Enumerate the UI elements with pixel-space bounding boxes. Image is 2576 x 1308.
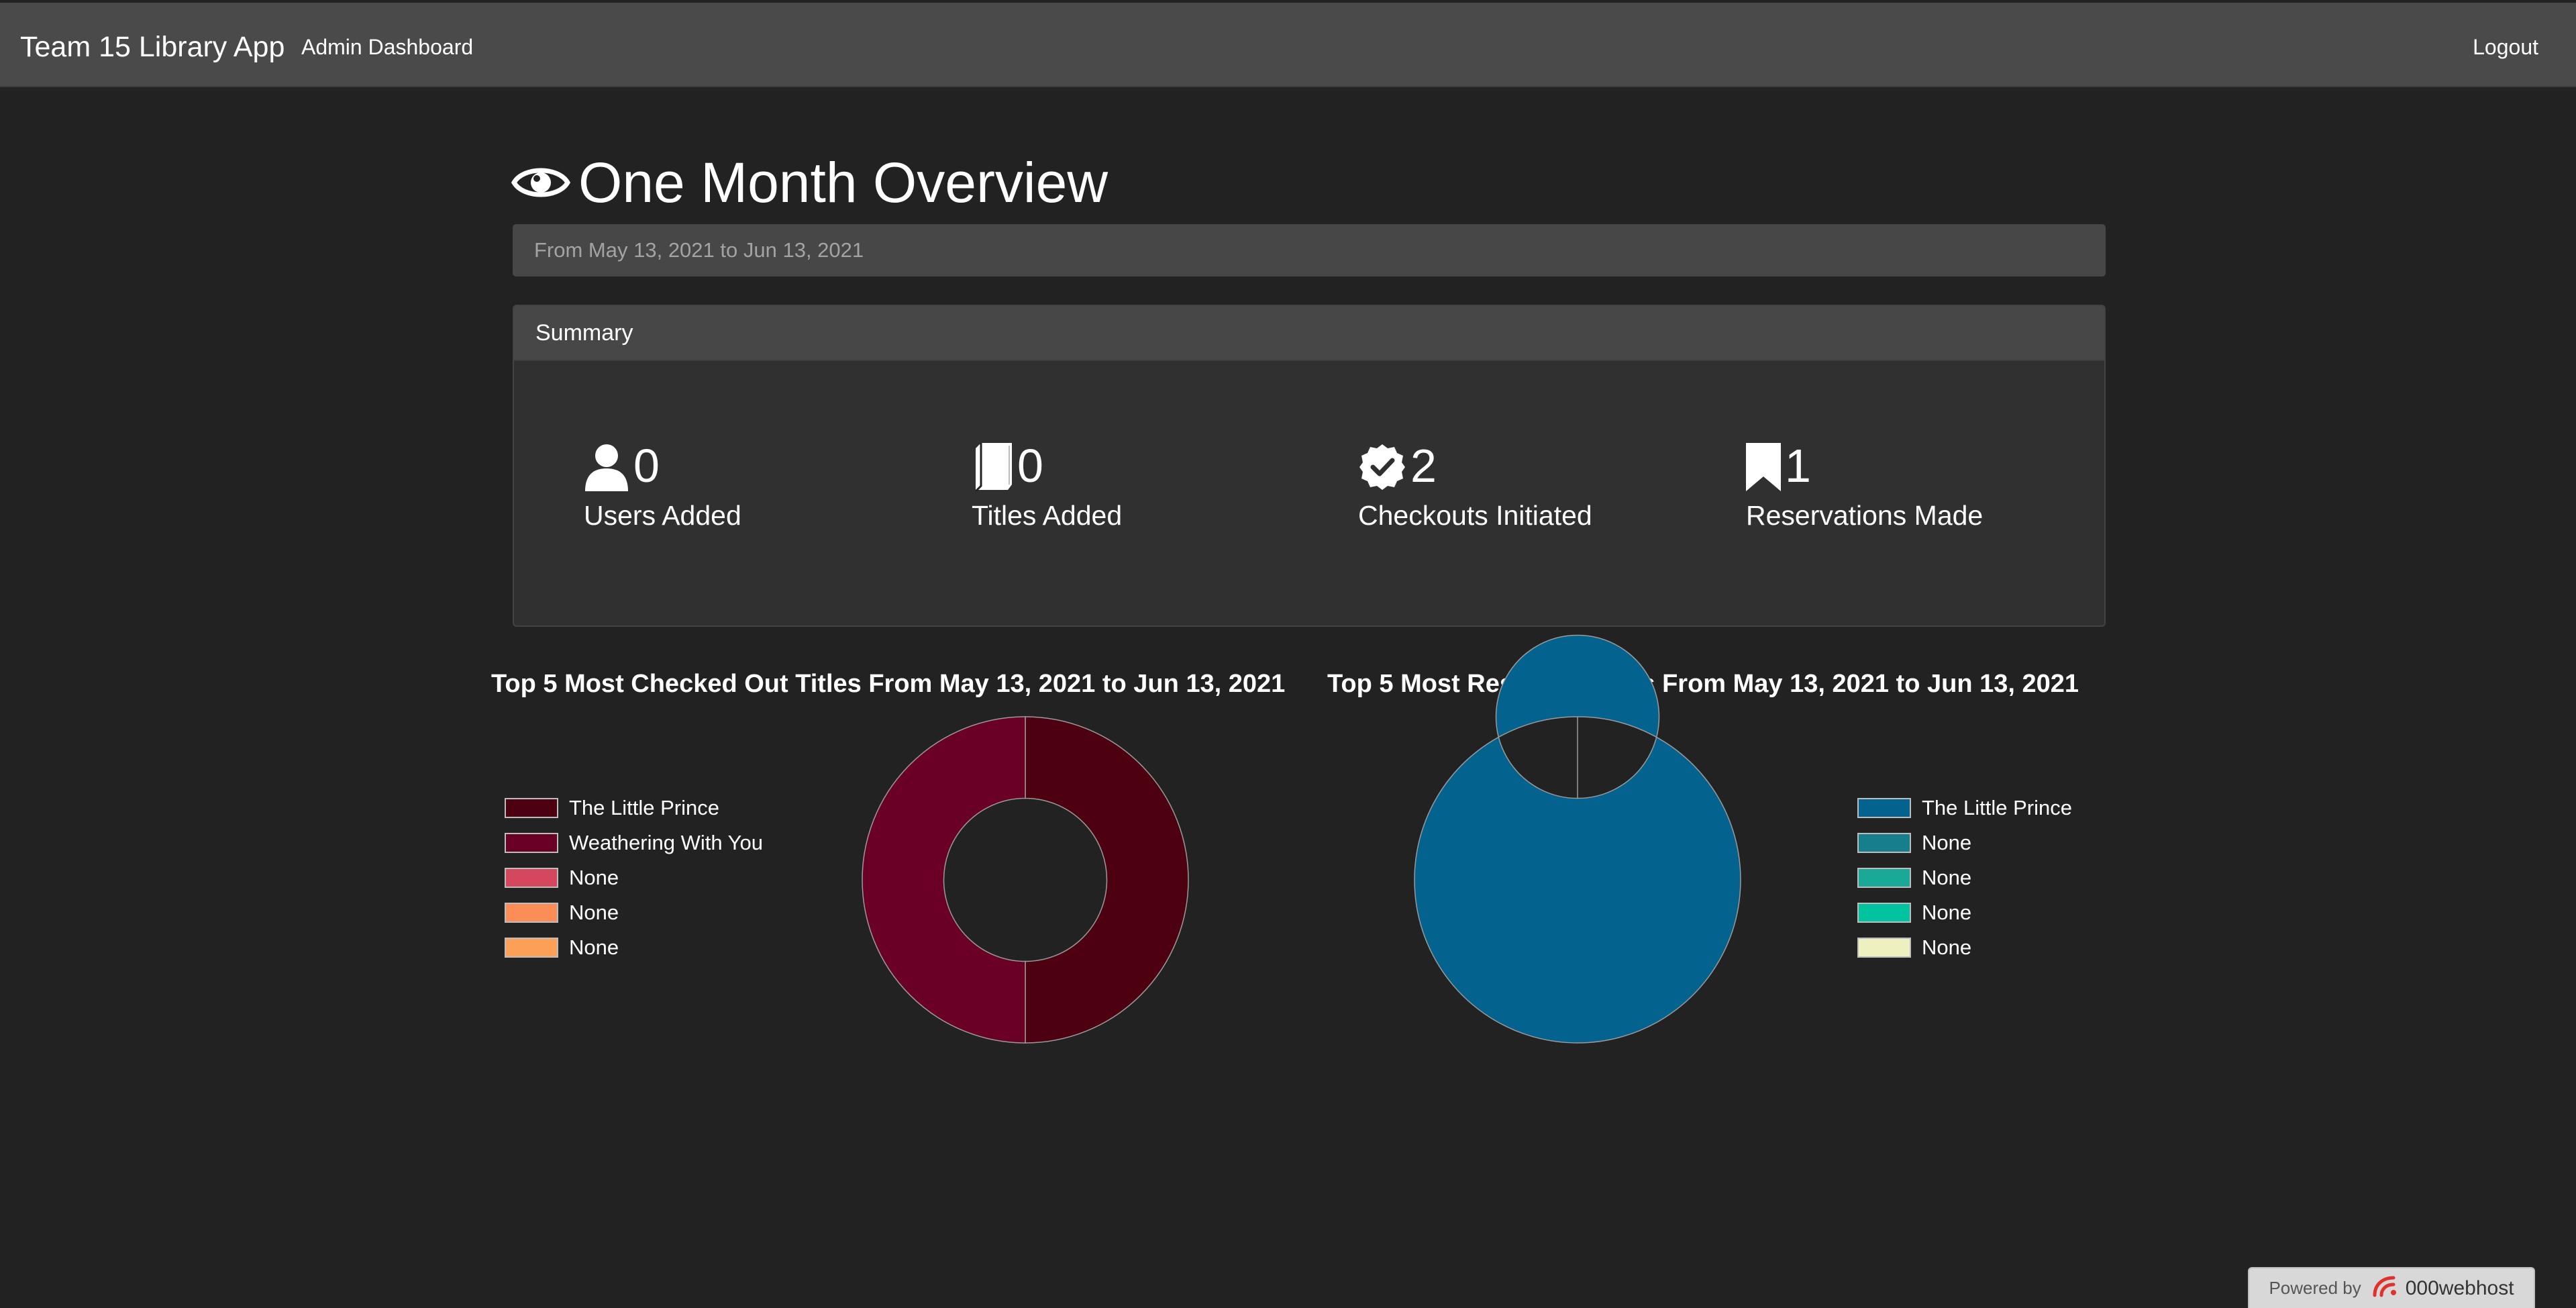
legend-label: None bbox=[1922, 901, 1972, 924]
powered-by-badge[interactable]: Powered by 000webhost bbox=[2248, 1267, 2535, 1308]
reserved-donut-chart bbox=[1414, 634, 1741, 1044]
legend-item[interactable]: Weathering With You bbox=[505, 825, 763, 860]
legend-swatch bbox=[1857, 798, 1911, 818]
brand-link[interactable]: Team 15 Library App bbox=[20, 30, 285, 64]
legend-label: None bbox=[1922, 936, 1972, 959]
legend-item[interactable]: None bbox=[505, 930, 763, 965]
host-logo-icon bbox=[2371, 1275, 2402, 1301]
checked-out-chart-title: Top 5 Most Checked Out Titles From May 1… bbox=[491, 670, 1286, 698]
powered-by-text: Powered by bbox=[2269, 1278, 2361, 1298]
legend-item[interactable]: None bbox=[1857, 825, 2072, 860]
legend-label: The Little Prince bbox=[569, 796, 719, 819]
legend-swatch bbox=[1857, 868, 1911, 888]
legend-swatch bbox=[505, 903, 558, 923]
summary-heading: Summary bbox=[514, 306, 2104, 361]
legend-label: The Little Prince bbox=[1922, 796, 2072, 819]
legend-swatch bbox=[1857, 833, 1911, 853]
stat-label: Checkouts Initiated bbox=[1358, 500, 1592, 531]
stat-label: Users Added bbox=[584, 500, 741, 531]
summary-panel: Summary 0 Users Added 0 Titles Added 2 C… bbox=[513, 305, 2106, 627]
legend-item[interactable]: None bbox=[1857, 895, 2072, 930]
legend-label: Weathering With You bbox=[569, 831, 763, 854]
eye-icon bbox=[511, 162, 570, 203]
legend-label: None bbox=[569, 866, 619, 889]
host-name: 000webhost bbox=[2405, 1276, 2514, 1299]
legend-label: None bbox=[1922, 831, 1972, 854]
reserved-chart-legend: The Little Prince None None None None bbox=[1857, 791, 2072, 965]
date-range-bar: From May 13, 2021 to Jun 13, 2021 bbox=[513, 224, 2106, 276]
legend-label: None bbox=[569, 936, 619, 959]
legend-swatch bbox=[505, 868, 558, 888]
legend-item[interactable]: None bbox=[1857, 930, 2072, 965]
admin-dashboard-link[interactable]: Admin Dashboard bbox=[301, 34, 473, 60]
legend-label: None bbox=[569, 901, 619, 924]
legend-swatch bbox=[505, 938, 558, 958]
stat-value: 0 bbox=[1017, 440, 1043, 492]
page-title: One Month Overview bbox=[578, 151, 1108, 214]
book-icon bbox=[972, 443, 1013, 491]
logout-link[interactable]: Logout bbox=[2473, 34, 2538, 60]
checked-out-chart-legend: The Little Prince Weathering With You None… bbox=[505, 791, 763, 965]
bookmark-icon bbox=[1746, 443, 1781, 491]
reserved-chart-title: Top 5 Most Reserved Titles From May 13, … bbox=[1327, 670, 2079, 698]
checked-out-donut-chart bbox=[862, 716, 1189, 1044]
check-badge-icon bbox=[1358, 443, 1406, 491]
stat-users-added: 0 Users Added bbox=[584, 438, 933, 534]
stat-label: Reservations Made bbox=[1746, 500, 1983, 531]
stat-reservations-made: 1 Reservations Made bbox=[1746, 438, 2095, 534]
user-icon bbox=[584, 443, 629, 491]
stat-titles-added: 0 Titles Added bbox=[972, 438, 1321, 534]
stat-label: Titles Added bbox=[972, 500, 1123, 531]
legend-label: None bbox=[1922, 866, 1972, 889]
top-navbar: Team 15 Library App Admin Dashboard Logo… bbox=[0, 3, 2576, 87]
legend-swatch bbox=[1857, 938, 1911, 958]
stat-value: 0 bbox=[633, 440, 660, 492]
donut-slice[interactable] bbox=[862, 716, 1026, 1044]
stat-value: 2 bbox=[1410, 440, 1437, 492]
legend-item[interactable]: None bbox=[505, 895, 763, 930]
donut-slice[interactable] bbox=[1025, 716, 1189, 1044]
legend-item[interactable]: The Little Prince bbox=[1857, 791, 2072, 825]
legend-item[interactable]: None bbox=[1857, 860, 2072, 895]
legend-swatch bbox=[1857, 903, 1911, 923]
page-header: One Month Overview bbox=[511, 149, 1108, 216]
stat-value: 1 bbox=[1785, 440, 1811, 492]
legend-swatch bbox=[505, 798, 558, 818]
legend-swatch bbox=[505, 833, 558, 853]
legend-item[interactable]: None bbox=[505, 860, 763, 895]
stat-checkouts-initiated: 2 Checkouts Initiated bbox=[1358, 438, 1707, 534]
legend-item[interactable]: The Little Prince bbox=[505, 791, 763, 825]
